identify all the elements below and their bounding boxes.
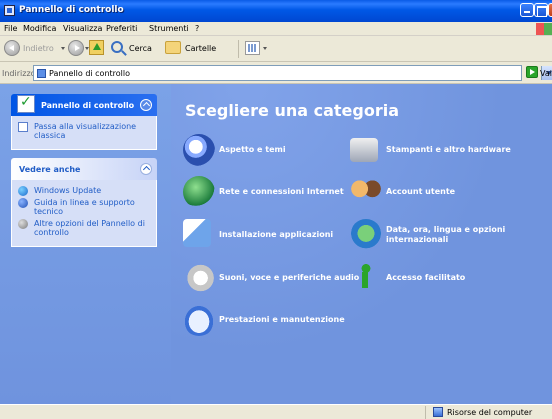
window-title: Pannello di controllo xyxy=(19,5,124,15)
back-dropdown-icon[interactable] xyxy=(61,47,65,50)
folders-button-label[interactable]: Cartelle xyxy=(185,44,216,53)
category-label[interactable]: Data, ora, lingua e opzioni internaziona… xyxy=(386,225,506,245)
collapse-chevron-icon[interactable] xyxy=(140,163,152,175)
address-bar: Indirizzo Pannello di controllo Vai xyxy=(0,62,552,84)
category-sounds[interactable]: Suoni, voce e periferiche audio xyxy=(183,262,363,294)
control-panel-check-icon xyxy=(17,94,35,113)
forward-arrow-icon[interactable] xyxy=(68,40,84,56)
category-appearance[interactable]: Aspetto e temi xyxy=(183,134,363,166)
menu-modifica[interactable]: Modifica xyxy=(23,24,56,33)
users-icon xyxy=(350,176,382,208)
category-label[interactable]: Account utente xyxy=(386,187,455,197)
toolbar: Indietro Cerca Cartelle xyxy=(0,36,552,62)
other-options-link[interactable]: Altre opzioni del Pannello di controllo xyxy=(18,219,150,237)
windows-update-link[interactable]: Windows Update xyxy=(18,186,150,196)
category-label[interactable]: Suoni, voce e periferiche audio xyxy=(219,273,359,283)
maximize-button[interactable] xyxy=(534,3,548,17)
close-button[interactable] xyxy=(548,3,552,17)
link-label[interactable]: Altre opzioni del Pannello di controllo xyxy=(34,219,145,237)
category-label[interactable]: Aspetto e temi xyxy=(219,145,286,155)
control-panel-icon xyxy=(4,5,15,16)
category-printers[interactable]: Stampanti e altro hardware xyxy=(350,134,530,166)
address-label: Indirizzo xyxy=(2,69,36,78)
search-icon[interactable] xyxy=(111,41,123,53)
go-arrow-icon[interactable] xyxy=(526,66,538,78)
menu-file[interactable]: File xyxy=(4,24,17,33)
menu-visualizza[interactable]: Visualizza xyxy=(63,24,102,33)
my-computer-icon xyxy=(433,407,443,417)
category-performance[interactable]: Prestazioni e manutenzione xyxy=(183,304,363,336)
toolbar-separator xyxy=(238,40,239,58)
category-label[interactable]: Prestazioni e manutenzione xyxy=(219,315,345,325)
address-field[interactable]: Pannello di controllo xyxy=(33,65,552,81)
section-header[interactable]: Vedere anche xyxy=(11,158,157,180)
collapse-chevron-icon[interactable] xyxy=(140,99,152,111)
category-view: Scegliere una categoria Aspetto e temi S… xyxy=(171,84,552,404)
title-bar[interactable]: Pannello di controllo xyxy=(0,0,552,22)
options-gear-icon xyxy=(18,219,28,229)
accessibility-icon xyxy=(350,262,382,294)
page-title: Scegliere una categoria xyxy=(185,101,399,120)
link-label[interactable]: Guida in linea e supporto tecnico xyxy=(34,198,135,216)
windows-logo-icon xyxy=(536,23,552,35)
performance-icon xyxy=(183,304,215,336)
section-header[interactable]: Pannello di controllo xyxy=(11,94,157,116)
category-user-accounts[interactable]: Account utente xyxy=(350,176,530,208)
minimize-button[interactable] xyxy=(520,3,534,17)
section-title: Vedere anche xyxy=(19,165,81,174)
category-label[interactable]: Installazione applicazioni xyxy=(219,230,333,240)
link-label[interactable]: Passa alla visualizzazione classica xyxy=(34,122,136,140)
category-label[interactable]: Rete e connessioni Internet xyxy=(219,187,344,197)
see-also-section: Vedere anche Windows Update Guida in lin… xyxy=(11,158,157,247)
search-button-label[interactable]: Cerca xyxy=(129,44,152,53)
status-location: Risorse del computer xyxy=(447,408,533,417)
switch-classic-view-link[interactable]: Passa alla visualizzazione classica xyxy=(18,122,150,140)
category-label[interactable]: Accesso facilitato xyxy=(386,273,465,283)
address-value[interactable]: Pannello di controllo xyxy=(49,69,130,78)
category-network[interactable]: Rete e connessioni Internet xyxy=(183,176,363,208)
network-icon xyxy=(183,176,215,208)
install-icon xyxy=(183,219,211,247)
menu-strumenti[interactable]: Strumenti xyxy=(149,24,189,33)
section-title: Pannello di controllo xyxy=(41,101,135,110)
control-panel-small-icon xyxy=(37,69,46,78)
help-support-link[interactable]: Guida in linea e supporto tecnico xyxy=(18,198,150,216)
printer-icon xyxy=(350,138,378,162)
section-body: Passa alla visualizzazione classica xyxy=(11,116,157,150)
back-arrow-icon[interactable] xyxy=(4,40,20,56)
back-button-label[interactable]: Indietro xyxy=(23,44,54,53)
views-dropdown-icon[interactable] xyxy=(263,47,267,50)
status-separator xyxy=(425,406,426,419)
task-pane: Pannello di controllo Passa alla visuali… xyxy=(0,84,171,404)
up-folder-icon[interactable] xyxy=(89,40,104,55)
go-button-label[interactable]: Vai xyxy=(540,69,552,78)
category-accessibility[interactable]: Accesso facilitato xyxy=(350,262,530,294)
section-body: Windows Update Guida in linea e supporto… xyxy=(11,180,157,247)
folders-icon[interactable] xyxy=(165,41,181,54)
menu-help[interactable]: ? xyxy=(195,24,199,33)
windows-update-icon xyxy=(18,186,28,196)
help-icon xyxy=(18,198,28,208)
link-label[interactable]: Windows Update xyxy=(34,186,101,195)
menu-preferiti[interactable]: Preferiti xyxy=(106,24,137,33)
sound-icon xyxy=(183,262,215,294)
category-label[interactable]: Stampanti e altro hardware xyxy=(386,145,511,155)
category-date-language[interactable]: Data, ora, lingua e opzioni internaziona… xyxy=(350,219,530,251)
appearance-icon xyxy=(183,134,215,166)
views-icon[interactable] xyxy=(245,41,260,55)
control-panel-section: Pannello di controllo Passa alla visuali… xyxy=(11,94,157,150)
category-install-apps[interactable]: Installazione applicazioni xyxy=(183,219,363,251)
classic-view-icon xyxy=(18,122,28,132)
menu-bar: File Modifica Visualizza Preferiti Strum… xyxy=(0,22,552,36)
date-globe-icon xyxy=(350,219,382,251)
control-panel-window: Pannello di controllo File Modifica Visu… xyxy=(0,0,552,419)
status-bar: Risorse del computer xyxy=(0,404,552,419)
